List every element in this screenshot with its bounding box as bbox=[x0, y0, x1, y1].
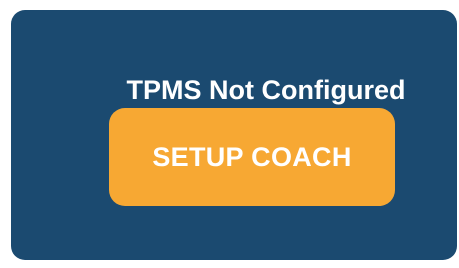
setup-coach-button[interactable]: SETUP COACH bbox=[109, 108, 395, 206]
tpms-status-title: TPMS Not Configured bbox=[126, 75, 406, 105]
tpms-panel: TPMS Not Configured SETUP COACH bbox=[11, 10, 457, 260]
